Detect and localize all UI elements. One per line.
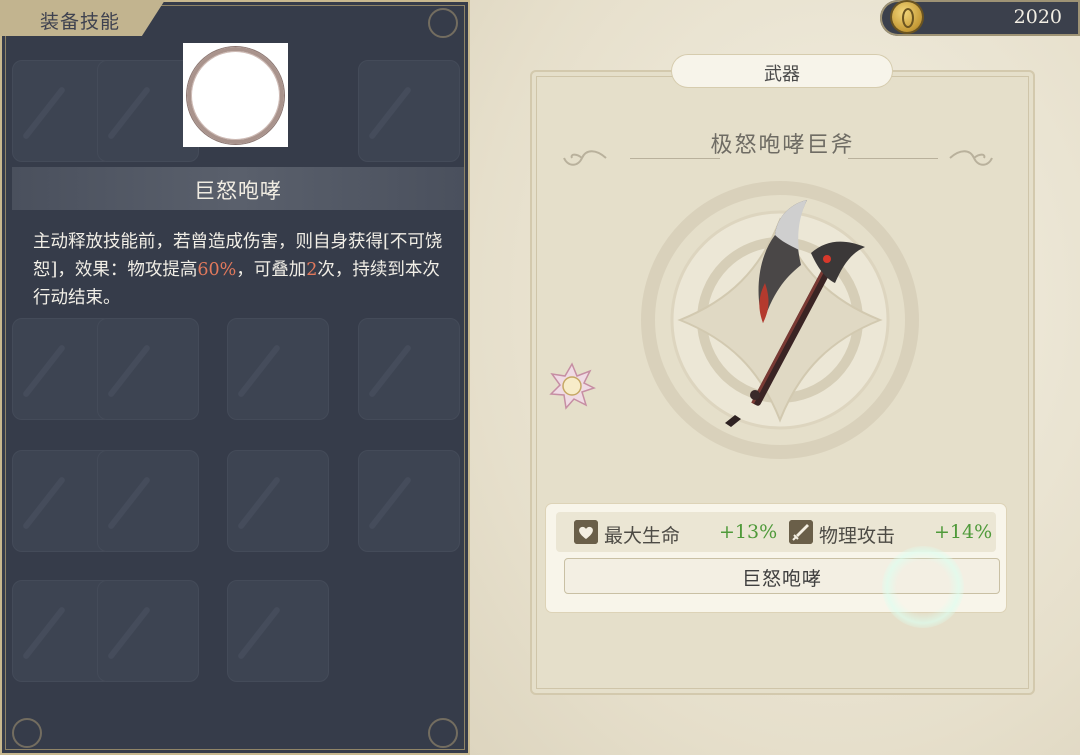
flourish-right-icon [949, 150, 993, 166]
skill-slot[interactable] [358, 318, 460, 420]
skill-slot[interactable] [227, 450, 329, 552]
skill-slot[interactable] [97, 580, 199, 682]
heart-icon [574, 520, 598, 544]
divider-right [848, 158, 938, 159]
skill-slot[interactable] [227, 580, 329, 682]
skill-grid [12, 60, 460, 750]
corner-ornament-icon [12, 718, 42, 748]
skill-slot[interactable] [97, 318, 199, 420]
tap-glow-effect [882, 546, 964, 628]
flourish-left-icon [563, 150, 607, 166]
category-text: 武器 [764, 64, 800, 85]
equip-skill-panel: 装备技能 巨怒咆哮 主动释放技能前，若曾造成伤害，则自身获得[不可饶恕]，效果：… [0, 0, 470, 755]
skill-name-bar: 巨怒咆哮 [12, 167, 464, 210]
corner-ornament-icon [428, 718, 458, 748]
panel-tab: 装备技能 [0, 0, 165, 36]
ring-icon [187, 47, 284, 144]
gold-coin-icon [892, 2, 922, 32]
sword-icon [789, 520, 813, 544]
skill-slot[interactable] [227, 318, 329, 420]
category-label: 武器 [672, 55, 892, 87]
currency-display: 2020 [880, 0, 1080, 36]
desc-highlight-stacks: 2 [306, 260, 318, 280]
skill-name: 巨怒咆哮 [194, 179, 282, 203]
great-axe-image [725, 200, 865, 427]
rarity-badge-icon[interactable] [548, 362, 596, 410]
divider-left [630, 158, 720, 159]
corner-ornament-icon [428, 8, 458, 38]
desc-highlight-percent: 60% [197, 260, 237, 280]
skill-description: 主动释放技能前，若曾造成伤害，则自身获得[不可饶恕]，效果：物攻提高60%，可叠… [33, 228, 448, 312]
skill-icon [183, 43, 288, 147]
stat-label-max-hp: 最大生命 [604, 525, 681, 547]
stat-label-phys-atk: 物理攻击 [819, 525, 896, 547]
desc-text: ，可叠加 [236, 260, 307, 280]
skill-slot[interactable] [97, 450, 199, 552]
skill-slot[interactable] [358, 60, 460, 162]
panel-tab-title: 装备技能 [40, 11, 121, 33]
stat-value-phys-atk: +14% [934, 521, 993, 543]
stat-value-max-hp: +13% [719, 521, 778, 543]
skill-slot[interactable] [358, 450, 460, 552]
currency-amount: 2020 [1013, 6, 1062, 28]
